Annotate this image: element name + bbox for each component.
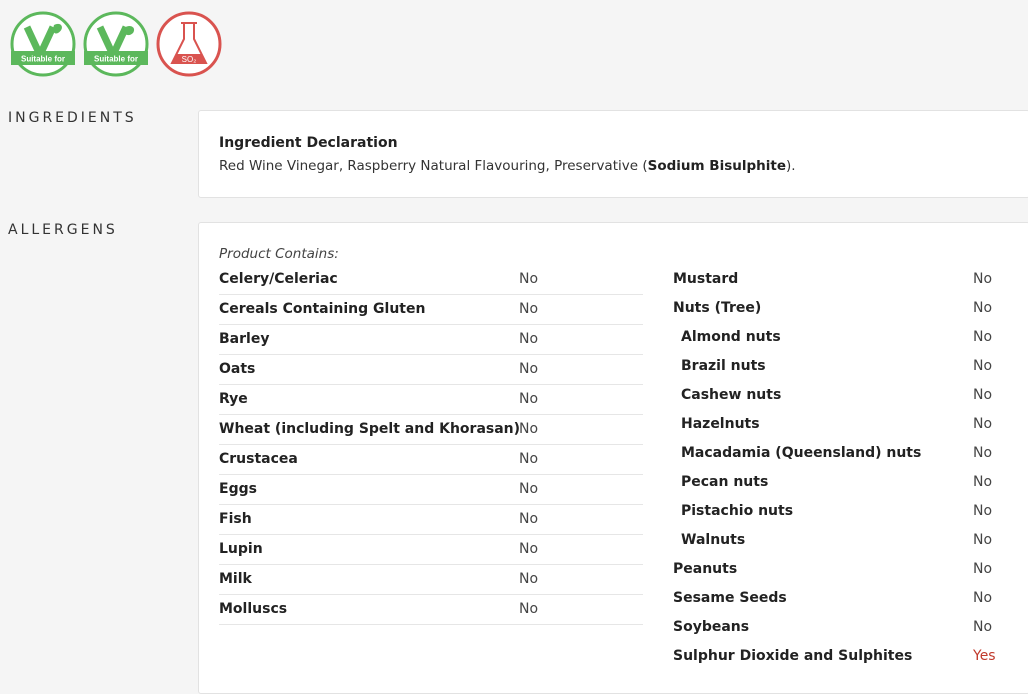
- sulphites-flask-icon: SO₂: [156, 11, 222, 77]
- allergen-value: No: [519, 301, 539, 317]
- badge-caption: Suitable for: [94, 55, 138, 64]
- allergen-name: Pecan nuts: [681, 474, 769, 490]
- ingredient-declaration-title: Ingredient Declaration: [219, 135, 398, 151]
- allergen-value: No: [973, 271, 993, 287]
- allergen-value: No: [519, 541, 539, 557]
- allergen-row: Celery/Celeriac No: [219, 265, 643, 295]
- allergen-value: No: [973, 532, 993, 548]
- allergen-name: Cereals Containing Gluten: [219, 301, 426, 317]
- allergen-row: Lupin No: [219, 535, 643, 565]
- allergen-value: No: [519, 511, 539, 527]
- allergen-value: No: [519, 331, 539, 347]
- allergen-value: Yes: [973, 648, 996, 664]
- allergen-name: Crustacea: [219, 451, 298, 467]
- allergens-section-label: ALLERGENS: [8, 222, 118, 238]
- allergen-value: No: [973, 358, 993, 374]
- badge-caption: Suitable for: [21, 55, 65, 64]
- allergen-name: Peanuts: [673, 561, 738, 577]
- allergen-name: Fish: [219, 511, 252, 527]
- allergen-row: Milk No: [219, 565, 643, 595]
- allergen-name: Barley: [219, 331, 270, 347]
- allergen-name: Nuts (Tree): [673, 300, 762, 316]
- allergen-name: Soybeans: [673, 619, 750, 635]
- ingredient-text-after: ).: [785, 158, 796, 174]
- allergen-value: No: [519, 421, 539, 437]
- allergen-row: Crustacea No: [219, 445, 643, 475]
- allergen-name: Sesame Seeds: [673, 590, 787, 606]
- allergen-name: Celery/Celeriac: [219, 271, 338, 287]
- ingredient-declaration-text: Red Wine Vinegar, Raspberry Natural Flav…: [219, 158, 796, 174]
- allergen-value: No: [973, 590, 993, 606]
- allergen-value: No: [519, 571, 539, 587]
- allergen-row: Sesame Seeds No: [673, 584, 1028, 613]
- allergen-value: No: [973, 445, 993, 461]
- allergens-card: Product Contains: Celery/Celeriac No Cerea…: [198, 222, 1028, 694]
- allergen-name: Cashew nuts: [681, 387, 782, 403]
- allergen-value: No: [519, 451, 539, 467]
- allergen-value: No: [519, 361, 539, 377]
- allergen-row: Molluscs No: [219, 595, 643, 625]
- allergen-row: Peanuts No: [673, 555, 1028, 584]
- allergen-row: Sulphur Dioxide and Sulphites Yes: [673, 642, 1028, 671]
- allergen-value: No: [973, 561, 993, 577]
- badge-caption: SO₂: [182, 55, 197, 64]
- allergen-value: No: [973, 619, 993, 635]
- allergen-value: No: [519, 391, 539, 407]
- allergen-row: Soybeans No: [673, 613, 1028, 642]
- allergen-name: Hazelnuts: [681, 416, 760, 432]
- allergen-row: Walnuts No: [673, 526, 1028, 555]
- product-contains-label: Product Contains:: [219, 246, 339, 262]
- allergen-name: Mustard: [673, 271, 739, 287]
- allergen-name: Brazil nuts: [681, 358, 766, 374]
- allergen-value: No: [973, 300, 993, 316]
- allergen-row: Almond nuts No: [673, 323, 1028, 352]
- allergen-name: Pistachio nuts: [681, 503, 794, 519]
- allergen-name: Macadamia (Queensland) nuts: [681, 445, 922, 461]
- allergen-value: No: [973, 387, 993, 403]
- allergen-name: Walnuts: [681, 532, 746, 548]
- allergen-value: No: [973, 474, 993, 490]
- allergen-row: Oats No: [219, 355, 643, 385]
- allergen-name: Rye: [219, 391, 248, 407]
- allergen-row: Macadamia (Queensland) nuts No: [673, 439, 1028, 468]
- allergen-row: Cashew nuts No: [673, 381, 1028, 410]
- allergen-row: Barley No: [219, 325, 643, 355]
- allergen-row: Fish No: [219, 505, 643, 535]
- allergen-value: No: [973, 329, 993, 345]
- allergens-right-column: Mustard No Nuts (Tree) No Almond nuts No Brazi…: [673, 265, 1028, 671]
- allergen-row: Nuts (Tree) No: [673, 294, 1028, 323]
- allergen-row: Hazelnuts No: [673, 410, 1028, 439]
- allergen-name: Molluscs: [219, 601, 288, 617]
- allergen-value: No: [973, 416, 993, 432]
- vegetarian-icon: Suitable for: [10, 11, 76, 77]
- allergen-name: Almond nuts: [681, 329, 781, 345]
- allergen-name: Milk: [219, 571, 252, 587]
- allergen-row: Mustard No: [673, 265, 1028, 294]
- ingredient-text-before: Red Wine Vinegar, Raspberry Natural Flav…: [219, 158, 648, 174]
- allergen-value: No: [519, 271, 539, 287]
- allergen-name: Eggs: [219, 481, 257, 497]
- allergen-row: Rye No: [219, 385, 643, 415]
- allergen-row: Pecan nuts No: [673, 468, 1028, 497]
- allergen-row: Brazil nuts No: [673, 352, 1028, 381]
- ingredients-section-label: INGREDIENTS: [8, 110, 137, 126]
- allergen-name: Wheat (including Spelt and Khorasan): [219, 421, 521, 437]
- allergen-row: Wheat (including Spelt and Khorasan) No: [219, 415, 643, 445]
- vegan-icon: Suitable for: [83, 11, 149, 77]
- allergen-value: No: [519, 481, 539, 497]
- allergen-value: No: [519, 601, 539, 617]
- allergen-name: Sulphur Dioxide and Sulphites: [673, 648, 913, 664]
- allergen-value: No: [973, 503, 993, 519]
- allergen-row: Pistachio nuts No: [673, 497, 1028, 526]
- allergen-row: Eggs No: [219, 475, 643, 505]
- ingredients-card: Ingredient Declaration Red Wine Vinegar,…: [198, 110, 1028, 198]
- allergens-left-column: Celery/Celeriac No Cereals Containing Glut…: [219, 265, 643, 625]
- allergen-name: Lupin: [219, 541, 263, 557]
- ingredient-allergen-highlight: Sodium Bisulphite: [647, 158, 786, 174]
- allergen-name: Oats: [219, 361, 256, 377]
- allergen-row: Cereals Containing Gluten No: [219, 295, 643, 325]
